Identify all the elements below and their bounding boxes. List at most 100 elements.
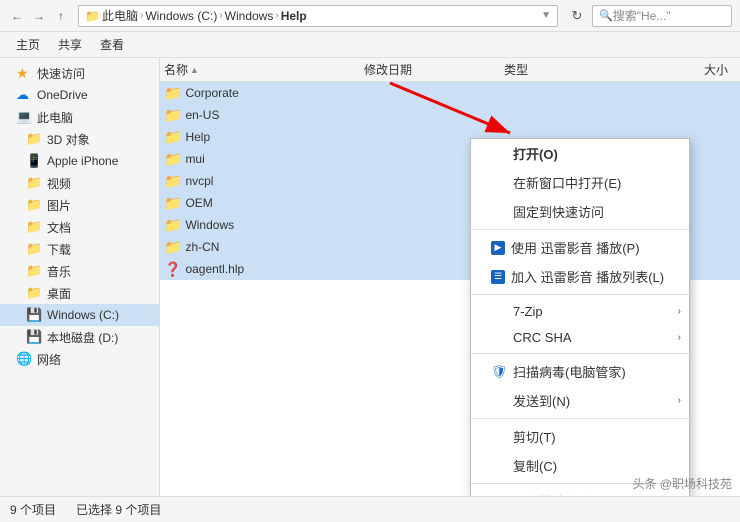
address-part-4: Help xyxy=(281,9,307,23)
ctx-open[interactable]: 打开(O) xyxy=(471,139,689,168)
file-row[interactable]: 📁 en-US xyxy=(160,104,740,126)
open-icon xyxy=(491,146,507,162)
main-layout: ★ 快速访问 ☁ OneDrive 💻 此电脑 📁 3D 对象 📱 Apple … xyxy=(0,58,740,496)
address-dropdown-icon[interactable]: ▼ xyxy=(541,10,551,21)
ctx-7zip-label: 7-Zip xyxy=(513,304,543,319)
onedrive-label: OneDrive xyxy=(37,88,88,102)
sort-icon: ▲ xyxy=(190,65,199,75)
up-button[interactable]: ↑ xyxy=(52,7,70,25)
sidebar-item-windows-c[interactable]: 💾 Windows (C:) xyxy=(0,304,159,326)
file-name: Help xyxy=(185,130,210,144)
share-tab[interactable]: 共享 xyxy=(50,34,90,56)
title-bar: ← → ↑ 📁 此电脑 › Windows (C:) › Windows › H… xyxy=(0,0,740,32)
sidebar-item-desktop[interactable]: 📁 桌面 xyxy=(0,282,159,304)
pictures-label: 图片 xyxy=(47,197,71,214)
ctx-open-label: 打开(O) xyxy=(513,144,558,163)
file-name-cell: 📁 Help xyxy=(164,129,364,146)
column-headers: 名称 ▲ 修改日期 类型 大小 xyxy=(160,58,740,82)
folder-icon: 📁 xyxy=(164,129,181,146)
watermark: 头条 @职场科技苑 xyxy=(632,475,732,492)
back-button[interactable]: ← xyxy=(8,7,26,25)
col-type-header[interactable]: 类型 xyxy=(504,61,604,78)
ctx-play-xunlei-label: 使用 迅雷影音 播放(P) xyxy=(511,238,640,257)
ctx-add-xunlei-playlist[interactable]: ☰ 加入 迅雷影音 播放列表(L) xyxy=(471,262,689,291)
ctx-open-new-window[interactable]: 在新窗口中打开(E) xyxy=(471,168,689,197)
music-label: 音乐 xyxy=(47,263,71,280)
ctx-7zip[interactable]: 7-Zip › xyxy=(471,298,689,324)
downloads-label: 下载 xyxy=(47,241,71,258)
folder-icon: 📁 xyxy=(164,151,181,168)
sidebar-item-network[interactable]: 🌐 网络 xyxy=(0,348,159,370)
file-name: mui xyxy=(185,152,204,166)
quick-access-label: 快速访问 xyxy=(37,65,85,82)
this-pc-label: 此电脑 xyxy=(37,109,73,126)
sidebar-item-pictures[interactable]: 📁 图片 xyxy=(0,194,159,216)
pc-icon: 💻 xyxy=(16,109,32,125)
search-icon: 🔍 xyxy=(599,9,613,22)
folder-icon: 📁 xyxy=(26,175,42,191)
home-tab[interactable]: 主页 xyxy=(8,34,48,56)
file-name-cell: 📁 mui xyxy=(164,151,364,168)
drive-icon: 💾 xyxy=(26,307,42,323)
ctx-send-to[interactable]: 发送到(N) › xyxy=(471,386,689,415)
col-name-header[interactable]: 名称 ▲ xyxy=(164,61,364,78)
ctx-play-xunlei[interactable]: ▶ 使用 迅雷影音 播放(P) xyxy=(471,233,689,262)
home-label: 主页 xyxy=(16,36,40,53)
folder-icon: 📁 xyxy=(164,173,181,190)
col-size-header[interactable]: 大小 xyxy=(604,61,736,78)
sidebar-item-music[interactable]: 📁 音乐 xyxy=(0,260,159,282)
ctx-add-xunlei-label: 加入 迅雷影音 播放列表(L) xyxy=(511,267,664,286)
ctx-pin-quick-access[interactable]: 固定到快速访问 xyxy=(471,197,689,226)
search-placeholder: 搜索"He..." xyxy=(613,7,671,24)
star-icon: ★ xyxy=(16,65,32,81)
sidebar-item-apple-iphone[interactable]: 📱 Apple iPhone xyxy=(0,150,159,172)
phone-icon: 📱 xyxy=(26,153,42,169)
view-tab[interactable]: 查看 xyxy=(92,34,132,56)
shortcut-icon xyxy=(491,494,507,497)
ctx-open-new-window-label: 在新窗口中打开(E) xyxy=(513,173,621,192)
ctx-cut-label: 剪切(T) xyxy=(513,427,556,446)
sidebar-item-onedrive[interactable]: ☁ OneDrive xyxy=(0,84,159,106)
local-d-label: 本地磁盘 (D:) xyxy=(47,329,118,346)
documents-label: 文档 xyxy=(47,219,71,236)
address-bar[interactable]: 📁 此电脑 › Windows (C:) › Windows › Help ▼ xyxy=(78,5,558,27)
refresh-button[interactable]: ↻ xyxy=(566,5,588,27)
address-part-3: Windows xyxy=(225,9,274,23)
sidebar-item-videos[interactable]: 📁 视频 xyxy=(0,172,159,194)
file-name: oagentl.hlp xyxy=(185,262,244,276)
file-name-cell: 📁 en-US xyxy=(164,107,364,124)
sidebar-item-downloads[interactable]: 📁 下载 xyxy=(0,238,159,260)
file-name: Windows xyxy=(185,218,234,232)
address-sep-1: › xyxy=(140,10,143,21)
network-icon: 🌐 xyxy=(16,351,32,367)
sidebar: ★ 快速访问 ☁ OneDrive 💻 此电脑 📁 3D 对象 📱 Apple … xyxy=(0,58,160,496)
folder-icon: 📁 xyxy=(164,217,181,234)
col-date-header[interactable]: 修改日期 xyxy=(364,61,504,78)
selected-count: 已选择 9 个项目 xyxy=(76,501,161,518)
sidebar-item-this-pc[interactable]: 💻 此电脑 xyxy=(0,106,159,128)
folder-icon: 📁 xyxy=(164,85,181,102)
file-name: nvcpl xyxy=(185,174,213,188)
sendto-icon xyxy=(491,393,507,409)
file-row[interactable]: 📁 Corporate xyxy=(160,82,740,104)
ctx-antivirus[interactable]: 🛡 扫描病毒(电脑管家) xyxy=(471,357,689,386)
sidebar-item-local-d[interactable]: 💾 本地磁盘 (D:) xyxy=(0,326,159,348)
sidebar-item-documents[interactable]: 📁 文档 xyxy=(0,216,159,238)
folder-icon: 📁 xyxy=(164,239,181,256)
address-part-1: 此电脑 xyxy=(102,7,138,24)
sidebar-item-3d-objects[interactable]: 📁 3D 对象 xyxy=(0,128,159,150)
drive-icon: 💾 xyxy=(26,329,42,345)
cut-icon xyxy=(491,429,507,445)
ctx-divider-3 xyxy=(471,353,689,354)
file-name-cell: 📁 OEM xyxy=(164,195,364,212)
forward-button[interactable]: → xyxy=(30,7,48,25)
sidebar-item-quick-access[interactable]: ★ 快速访问 xyxy=(0,62,159,84)
arrow-icon: › xyxy=(678,306,681,317)
ctx-crc-sha[interactable]: CRC SHA › xyxy=(471,324,689,350)
search-bar[interactable]: 🔍 搜索"He..." xyxy=(592,5,732,27)
new-window-icon xyxy=(491,175,507,191)
arrow-icon: › xyxy=(678,395,681,406)
ctx-cut[interactable]: 剪切(T) xyxy=(471,422,689,451)
desktop-label: 桌面 xyxy=(47,285,71,302)
status-bar: 9 个项目 已选择 9 个项目 xyxy=(0,496,740,522)
